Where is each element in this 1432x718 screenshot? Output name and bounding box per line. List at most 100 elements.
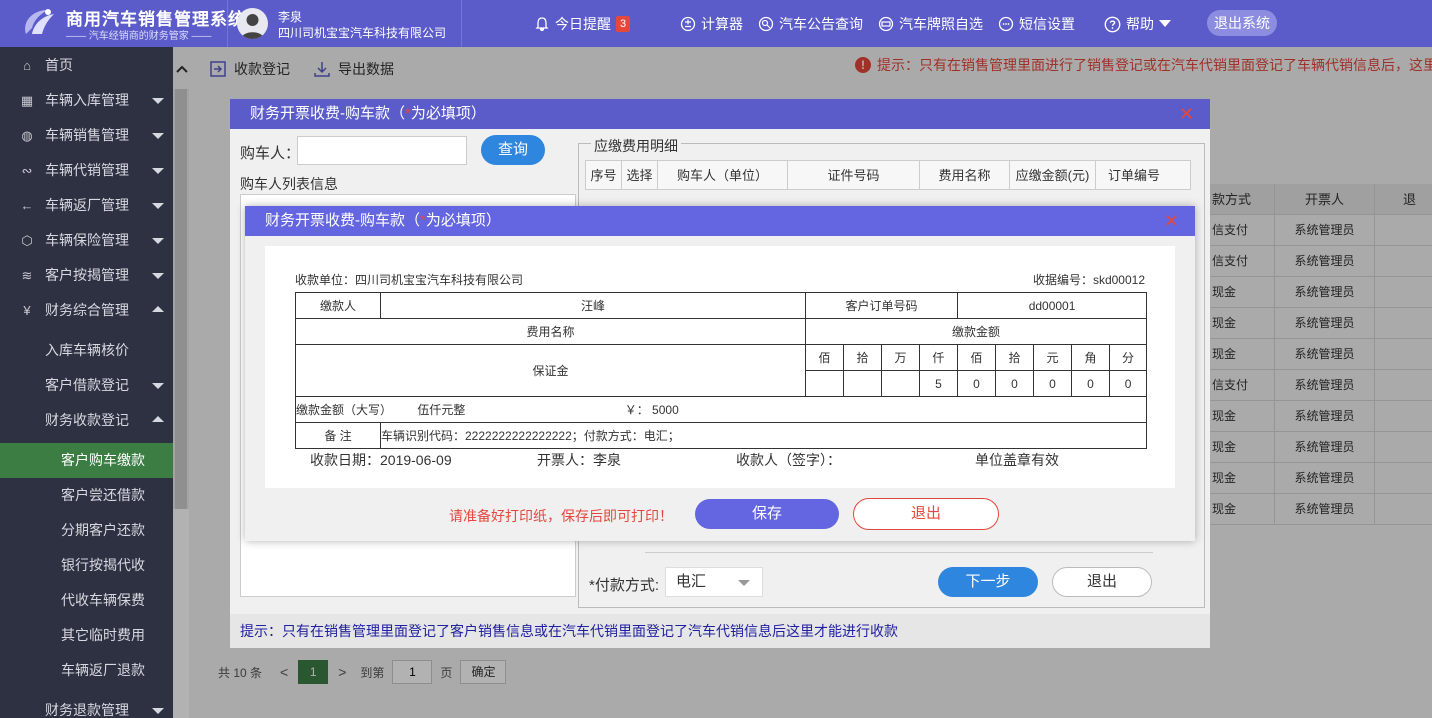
sidebar-item-label: 银行按揭代收: [61, 557, 145, 573]
issuer: 开票人：李泉: [537, 452, 621, 468]
fee-name-label: 费用名称: [295, 318, 806, 345]
sidebar-item-stock-pricing[interactable]: 入库车辆核价: [0, 333, 173, 368]
sidebar-item-label: 财务退款管理: [45, 702, 129, 718]
digit-unit: 分: [1109, 344, 1148, 371]
sidebar-item-label: 车辆入库管理: [45, 92, 129, 108]
sms-settings-button[interactable]: 短信设置: [998, 14, 1075, 34]
sidebar-item-label: 分期客户还款: [61, 522, 145, 538]
exit-button[interactable]: 退出: [1052, 567, 1152, 597]
sidebar-item-refund-mgmt[interactable]: 财务退款管理: [0, 693, 173, 718]
calculator-button[interactable]: 计算器: [680, 14, 743, 34]
save-button[interactable]: 保存: [695, 499, 839, 529]
sidebar-item-return[interactable]: ← 车辆返厂管理: [0, 188, 173, 223]
query-button[interactable]: 查询: [481, 135, 545, 165]
digit-value: [843, 370, 882, 397]
digit-value: [805, 370, 844, 397]
column-header: 费用名称: [920, 161, 1010, 189]
sidebar-item-car-payment[interactable]: 客户购车缴款: [0, 443, 173, 478]
buyer-input[interactable]: [297, 136, 467, 165]
pay-method-label: *付款方式:: [589, 577, 660, 594]
layers-icon: ≋: [21, 268, 33, 283]
amount-label: 缴款金额: [804, 318, 1148, 345]
plate-select-label: 汽车牌照自选: [899, 16, 983, 32]
user-company: 四川司机宝宝汽车科技有限公司: [278, 26, 447, 40]
sidebar-item-loan-repay[interactable]: 客户尝还借款: [0, 478, 173, 513]
logout-button[interactable]: 退出系统: [1207, 10, 1277, 36]
close-icon[interactable]: ✕: [1179, 105, 1194, 123]
buyer-list-title: 购车人列表信息: [240, 176, 338, 192]
sidebar-item-mortgage[interactable]: ≋ 客户按揭管理: [0, 258, 173, 293]
receipt-number: 收据编号：skd00012: [1032, 273, 1145, 287]
logo-icon: [25, 9, 54, 34]
chevron-down-icon: [152, 98, 164, 104]
fee-name-value: 保证金: [295, 344, 806, 397]
digit-unit: 佰: [957, 344, 997, 371]
sidebar-item-home[interactable]: ⌂ 首页: [0, 48, 173, 83]
chat-icon: [998, 16, 1014, 32]
user-block[interactable]: 李泉 四川司机宝宝汽车科技有限公司: [228, 0, 462, 47]
amount-caps-value: 伍仟元整: [417, 403, 466, 417]
sidebar-item-label: 财务综合管理: [45, 302, 129, 318]
digit-unit: 拾: [843, 344, 882, 371]
yen-icon: ¥: [23, 303, 31, 318]
exit-button[interactable]: 退出: [853, 498, 999, 530]
column-header: 应缴金额(元): [1010, 161, 1096, 189]
digit-unit: 仟: [918, 344, 959, 371]
sidebar-item-loan-register[interactable]: 客户借款登记: [0, 368, 173, 403]
sidebar-item-label: 代收车辆保费: [61, 592, 145, 608]
payer-value: 汪峰: [380, 292, 806, 319]
sidebar-item-label: 客户借款登记: [45, 377, 129, 393]
print-warning: 请准备好打印纸，保存后即可打印！: [449, 508, 673, 524]
amount-numeric: ￥： 5000: [624, 403, 679, 417]
pay-method-value: 电汇: [676, 573, 707, 590]
close-icon[interactable]: ✕: [1164, 212, 1179, 230]
fee-detail-title: 应缴费用明细: [591, 136, 681, 156]
column-header: 订单编号: [1107, 168, 1160, 183]
dialog-title-text: 财务开票收费-购车款（: [265, 212, 420, 229]
notice-query-button[interactable]: 汽车公告查询: [758, 14, 863, 34]
next-step-button[interactable]: 下一步: [938, 567, 1038, 597]
bell-icon: [535, 17, 549, 32]
receipt-table: 缴款人 汪峰 客户订单号码 dd00001 费用名称 缴款金额 保证金 佰 拾 …: [294, 292, 1148, 449]
help-menu[interactable]: 帮助: [1104, 14, 1171, 34]
app-root: 商用汽车销售管理系统 —— 汽车经销商的财务管家 —— 李泉 四川司机宝宝汽车科…: [0, 0, 1432, 718]
calculator-label: 计算器: [701, 16, 743, 32]
dialog-title-text: 为必填项）: [410, 105, 486, 122]
avatar: [237, 8, 268, 39]
chevron-down-icon: [152, 203, 164, 209]
digit-value: 0: [1109, 370, 1148, 397]
pay-method-select[interactable]: 电汇: [665, 567, 763, 597]
plate-select-button[interactable]: 汽车牌照自选: [878, 14, 983, 34]
sidebar-item-receipt-register[interactable]: 财务收款登记: [0, 403, 173, 438]
sidebar-item-insurance-fee[interactable]: 代收车辆保费: [0, 583, 173, 618]
notice-query-label: 汽车公告查询: [779, 16, 863, 32]
user-name: 李泉: [278, 10, 303, 24]
reminder-label: 今日提醒: [555, 16, 611, 32]
receipt-unit: 收款单位：四川司机宝宝汽车科技有限公司: [295, 273, 524, 287]
sidebar-item-stock-in[interactable]: ▦ 车辆入库管理: [0, 83, 173, 118]
sms-settings-label: 短信设置: [1019, 16, 1075, 32]
sidebar-item-label: 入库车辆核价: [45, 342, 129, 358]
chevron-up-icon: [152, 306, 164, 312]
receipt-top-line: 收款单位：四川司机宝宝汽车科技有限公司 收据编号：skd00012: [295, 271, 1145, 288]
sidebar-item-return-refund[interactable]: 车辆返厂退款: [0, 653, 173, 688]
sidebar-item-bank-mortgage[interactable]: 银行按揭代收: [0, 548, 173, 583]
plate-icon: [878, 16, 894, 32]
sidebar-item-consign[interactable]: ∾ 车辆代销管理: [0, 153, 173, 188]
sidebar-item-temp-fee[interactable]: 其它临时费用: [0, 618, 173, 653]
dialog-title: 财务开票收费-购车款（*为必填项） ✕: [230, 99, 1210, 129]
logo-block: 商用汽车销售管理系统 —— 汽车经销商的财务管家 ——: [0, 0, 245, 47]
sidebar-item-label: 车辆返厂管理: [45, 197, 129, 213]
sidebar-item-label: 财务收款登记: [45, 412, 129, 428]
sidebar-item-label: 车辆保险管理: [45, 232, 129, 248]
reminder-button[interactable]: 今日提醒 3: [534, 14, 631, 34]
sidebar-item-finance[interactable]: ¥ 财务综合管理: [0, 293, 173, 328]
fee-table-header: 序号 选择 购车人（单位） 证件号码 费用名称 应缴金额(元) 订单编号: [585, 160, 1191, 190]
sidebar: ⌂ 首页 ▦ 车辆入库管理 ◍ 车辆销售管理 ∾ 车辆代销管理 ← 车辆返厂管理 ⬡ 车辆保…: [0, 47, 173, 718]
home-icon: ⌂: [23, 58, 31, 73]
sidebar-item-insurance[interactable]: ⬡ 车辆保险管理: [0, 223, 173, 258]
top-header: 商用汽车销售管理系统 —— 汽车经销商的财务管家 —— 李泉 四川司机宝宝汽车科…: [0, 0, 1432, 47]
sidebar-item-installment[interactable]: 分期客户还款: [0, 513, 173, 548]
sidebar-item-sales[interactable]: ◍ 车辆销售管理: [0, 118, 173, 153]
sidebar-item-label: 客户按揭管理: [45, 267, 129, 283]
